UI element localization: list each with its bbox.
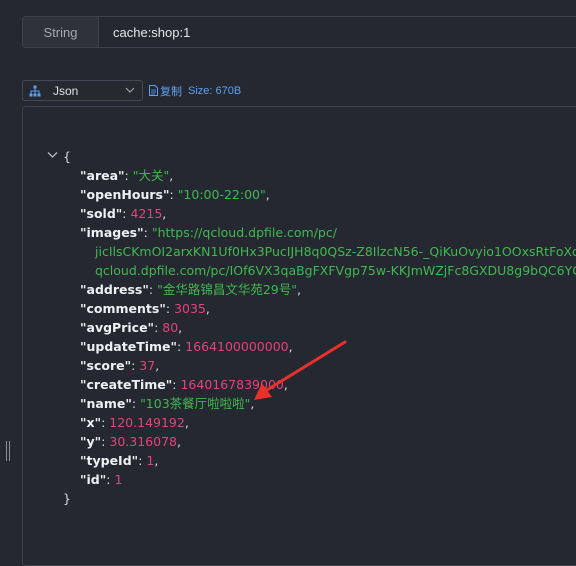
json-value: "大关" — [132, 168, 170, 183]
json-key: "score" — [80, 358, 132, 373]
json-key: "updateTime" — [80, 339, 178, 354]
json-value: "103茶餐厅啦啦啦" — [140, 396, 251, 411]
json-key: "createTime" — [80, 377, 173, 392]
chevron-down-icon — [125, 87, 135, 93]
json-key: "openHours" — [80, 187, 170, 202]
json-key: "name" — [80, 396, 132, 411]
value-size-label: Size: 670B — [188, 84, 242, 97]
json-key: "avgPrice" — [80, 320, 155, 335]
json-value: 1640167839000 — [180, 377, 284, 392]
json-entry-address: "address": "金华路锦昌文华苑29号", — [80, 282, 301, 297]
json-entry-y: "y": 30.316078, — [80, 434, 181, 449]
json-key: "area" — [80, 168, 125, 183]
json-value-continuation: qcloud.dpfile.com/pc/IOf6VX3qaBgFXFVgp75… — [23, 261, 576, 280]
json-key: "images" — [80, 225, 144, 240]
json-value: jicIlsCKmOI2arxKN1Uf0Hx3PucIJH8q0QSz-Z8I… — [95, 244, 576, 259]
value-toolbar: Json 复制 Size: 670B — [22, 80, 241, 101]
json-entry-sold: "sold": 4215, — [80, 206, 167, 221]
key-name-value[interactable]: cache:shop:1 — [99, 25, 190, 40]
key-type-label: String — [23, 17, 99, 47]
json-entry-images: "images": "https://qcloud.dpfile.com/pc/ — [80, 225, 337, 240]
json-entry-typeid: "typeId": 1, — [80, 453, 159, 468]
json-entry-id: "id": 1 — [80, 472, 123, 487]
json-value-continuation: jicIlsCKmOI2arxKN1Uf0Hx3PucIJH8q0QSz-Z8I… — [23, 242, 576, 261]
json-close-brace: } — [63, 491, 71, 506]
json-key: "sold" — [80, 206, 123, 221]
json-viewer[interactable]: { "area": "大关", "openHours": "10:00-22:0… — [22, 106, 576, 566]
format-select-value: Json — [53, 83, 79, 98]
json-value: 1 — [114, 472, 123, 487]
json-entry-x: "x": 120.149192, — [80, 415, 189, 430]
json-value: 1664100000000 — [185, 339, 289, 354]
json-key: "id" — [80, 472, 107, 487]
copy-button-label: 复制 — [160, 84, 182, 98]
document-icon — [149, 85, 158, 96]
json-entry-openhours: "openHours": "10:00-22:00", — [80, 187, 270, 202]
copy-button[interactable]: 复制 — [149, 83, 182, 99]
json-entry-avgprice: "avgPrice": 80, — [80, 320, 183, 335]
json-open-line: { — [23, 147, 576, 166]
json-entry-score: "score": 37, — [80, 358, 160, 373]
json-entry-area: "area": "大关", — [80, 168, 174, 183]
collapse-chevron-icon[interactable] — [47, 151, 58, 159]
json-key: "address" — [80, 282, 149, 297]
json-entry-updatetime: "updateTime": 1664100000000, — [80, 339, 293, 354]
json-entry-createtime: "createTime": 1640167839000, — [80, 377, 288, 392]
json-entry-name: "name": "103茶餐厅啦啦啦", — [80, 396, 255, 411]
json-tree: { "area": "大关", "openHours": "10:00-22:0… — [23, 147, 576, 508]
json-value: "https://qcloud.dpfile.com/pc/ — [151, 225, 337, 240]
json-key: "comments" — [80, 301, 166, 316]
json-value: qcloud.dpfile.com/pc/IOf6VX3qaBgFXFVgp75… — [95, 263, 576, 278]
json-entry-comments: "comments": 3035, — [80, 301, 210, 316]
tree-structure-icon — [29, 85, 41, 96]
json-key: "y" — [80, 434, 102, 449]
json-value: 30.316078 — [109, 434, 177, 449]
json-key: "typeId" — [80, 453, 139, 468]
pane-resize-handle[interactable] — [6, 441, 10, 461]
json-value: "金华路锦昌文华苑29号" — [157, 282, 297, 297]
json-value: 4215 — [130, 206, 163, 221]
json-key: "x" — [80, 415, 102, 430]
json-value: "10:00-22:00" — [177, 187, 266, 202]
format-select[interactable]: Json — [22, 80, 143, 101]
json-value: 37 — [139, 358, 156, 373]
json-value: 120.149192 — [109, 415, 185, 430]
json-value: 80 — [162, 320, 179, 335]
json-value: 3035 — [174, 301, 206, 316]
key-bar: String cache:shop:1 — [22, 16, 576, 48]
json-close-line: } — [23, 489, 576, 508]
